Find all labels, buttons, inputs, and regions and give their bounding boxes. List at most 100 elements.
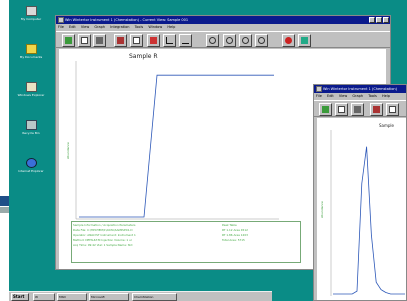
menu-graph[interactable]: Graph (352, 94, 363, 98)
magnifier-icon (209, 37, 216, 44)
taskbar-item-label: Microsoft (91, 295, 105, 299)
desktop-icon-label: Windows Explorer (17, 93, 45, 97)
desktop-icon-windows-explorer[interactable]: Windows Explorer (16, 82, 46, 97)
report-right: Peak Table RT 1.12 Area 4512 RT 1.86 Are… (222, 223, 300, 243)
app-icon (316, 86, 322, 92)
baseline-button[interactable] (179, 34, 192, 47)
run-button[interactable] (298, 34, 311, 47)
app-icon (58, 17, 64, 23)
desktop-icon-internet-explorer[interactable]: Internet Explorer (16, 158, 46, 173)
chemstation-window-secondary[interactable]: Win Wintertor Instrument 1 (Chemstation)… (313, 84, 407, 301)
zoom-in-icon (226, 37, 233, 44)
desktop-screen: My Computer My Documents Windows Explore… (0, 0, 407, 301)
zoom-in-button[interactable] (223, 34, 236, 47)
left-edge-strip (0, 196, 9, 206)
layout-icon (117, 37, 124, 44)
menu-window[interactable]: Window (148, 25, 162, 29)
stop-button[interactable] (282, 34, 295, 47)
page-icon (81, 37, 88, 44)
menu-tools[interactable]: Tools (368, 94, 377, 98)
print-icon (96, 37, 103, 44)
window-title-bar[interactable]: Win Wintertor Instrument 1 (Chemstation) (314, 85, 406, 93)
new-button[interactable] (78, 34, 91, 47)
desktop-icon-my-documents[interactable]: My Documents (16, 44, 46, 59)
close-button[interactable] (383, 17, 389, 23)
copy-button[interactable] (130, 34, 143, 47)
menu-edit[interactable]: Edit (327, 94, 334, 98)
taskbar-item[interactable]: MSD (57, 293, 87, 301)
zoom-out-icon (258, 37, 265, 44)
report-line: Total Area: 5715 (222, 238, 245, 242)
page-icon (338, 106, 345, 113)
computer-icon (25, 6, 37, 16)
start-button[interactable]: Start (11, 293, 29, 301)
taskbar-item-label: W (35, 295, 38, 299)
menu-view[interactable]: View (339, 94, 347, 98)
menu-edit[interactable]: Edit (69, 25, 76, 29)
desktop-icon-label: Recycle Bin (22, 131, 40, 135)
stop-icon (285, 37, 292, 44)
window-title: Win Wintertor Instrument 1 (Chemstation)… (65, 18, 189, 22)
chromatogram-chart: Sample Abundance (320, 123, 405, 296)
chart-title: Sample (379, 123, 395, 128)
window-title-bar[interactable]: Win Wintertor Instrument 1 (Chemstation)… (56, 16, 390, 24)
start-label: Start (13, 294, 25, 299)
menu-tools[interactable]: Tools (135, 25, 144, 29)
desktop-icon-label: My Computer (20, 17, 42, 21)
signal-icon (150, 37, 157, 44)
open-button[interactable] (62, 34, 75, 47)
chart-pane: Sample Abundance (317, 118, 406, 300)
print-button[interactable] (351, 103, 364, 116)
report-left: Sample Information / Acquisition Paramet… (73, 223, 213, 248)
integrate-button[interactable] (163, 34, 176, 47)
taskbar-item[interactable]: Microsoft (89, 293, 129, 301)
desktop-icon-my-computer[interactable]: My Computer (16, 6, 46, 21)
layout-button[interactable] (370, 103, 383, 116)
copy-button[interactable] (386, 103, 399, 116)
layout-icon (373, 106, 380, 113)
taskbar-item[interactable]: ChemStation (132, 293, 177, 301)
new-button[interactable] (335, 103, 348, 116)
minimize-button[interactable] (369, 17, 375, 23)
globe-icon (25, 158, 37, 168)
taskbar-item[interactable]: W (33, 293, 55, 301)
zoom-out-button[interactable] (255, 34, 268, 47)
copy-icon (133, 37, 140, 44)
desktop-icon-label: Internet Explorer (18, 169, 44, 173)
explorer-icon (25, 82, 37, 92)
chart-title: Sample R (129, 53, 158, 60)
menu-file[interactable]: File (316, 94, 322, 98)
menu-view[interactable]: View (81, 25, 89, 29)
print-button[interactable] (93, 34, 106, 47)
folder-open-icon (65, 37, 72, 44)
zoom-x-button[interactable] (239, 34, 252, 47)
open-button[interactable] (319, 103, 332, 116)
folder-open-icon (322, 106, 329, 113)
menu-help[interactable]: Help (167, 25, 175, 29)
desktop-icon-recycle-bin[interactable]: Recycle Bin (16, 120, 46, 135)
menu-bar: File Edit View Graph Integration Tools W… (56, 24, 390, 31)
taskbar-item-label: ChemStation (134, 295, 154, 299)
menu-file[interactable]: File (58, 25, 64, 29)
series-line-path (79, 74, 274, 218)
maximize-button[interactable] (376, 17, 382, 23)
window-title: Win Wintertor Instrument 1 (Chemstation) (323, 87, 398, 91)
baseline-icon (182, 37, 189, 44)
series-line (333, 146, 405, 295)
menu-bar: File Edit View Graph Tools Help (314, 93, 406, 100)
desktop-icon-label: My Documents (19, 55, 43, 59)
toolbar (56, 31, 390, 48)
zoom-button[interactable] (206, 34, 219, 47)
taskbar-item-label: MSD (59, 295, 66, 299)
integrate-icon (166, 37, 173, 44)
menu-integration[interactable]: Integration (110, 25, 129, 29)
left-edge-strip-gray (0, 207, 9, 213)
menu-graph[interactable]: Graph (94, 25, 105, 29)
report-box: Sample Information / Acquisition Paramet… (71, 221, 301, 263)
menu-help[interactable]: Help (382, 94, 390, 98)
signal-button[interactable] (147, 34, 160, 47)
layout-button[interactable] (114, 34, 127, 47)
series-line (79, 74, 274, 218)
run-icon (301, 37, 308, 44)
print-icon (354, 106, 361, 113)
